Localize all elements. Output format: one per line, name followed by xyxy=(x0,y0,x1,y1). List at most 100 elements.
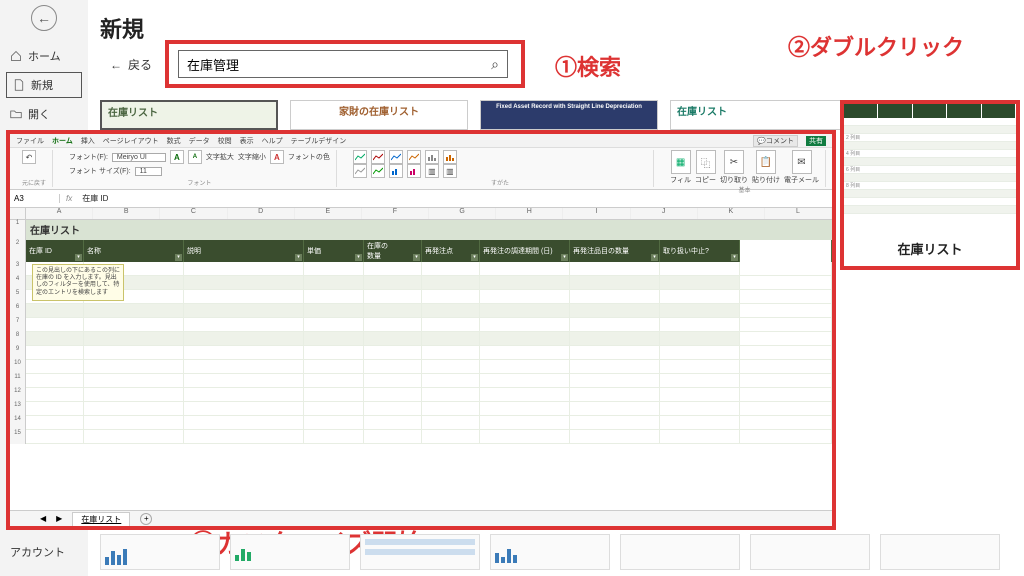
style-3[interactable] xyxy=(389,150,403,164)
tab-review[interactable]: 校閲 xyxy=(218,136,232,146)
style-2[interactable] xyxy=(371,150,385,164)
font-size-select[interactable]: 11 xyxy=(135,167,162,176)
font-shrink-button[interactable]: A xyxy=(188,150,202,164)
tab-file[interactable]: ファイル xyxy=(16,136,44,146)
fill-button[interactable]: ▦ xyxy=(671,150,691,174)
hdr-id[interactable]: 在庫 ID▾ xyxy=(26,240,84,262)
hdr-discontinued[interactable]: 取り扱い中止?▾ xyxy=(660,240,740,262)
table-row[interactable]: 7 xyxy=(10,318,832,332)
style-9[interactable] xyxy=(389,164,403,178)
bottom-thumb-3[interactable] xyxy=(490,534,610,570)
sheet-title-cell[interactable]: 在庫リスト xyxy=(26,220,832,240)
name-box[interactable]: A3 xyxy=(10,194,60,203)
spreadsheet[interactable]: A B C D E F G H I J K L 1 在庫リスト 2 在庫 ID▾… xyxy=(10,208,832,508)
bottom-thumb-4[interactable] xyxy=(620,534,740,570)
sheet-tab-active[interactable]: 在庫リスト xyxy=(72,512,130,526)
selected-template[interactable]: 1 列目2 列目3 列目 4 列目5 列目6 列目 7 列目8 列目 在庫リスト xyxy=(840,100,1020,270)
table-row[interactable]: 11 xyxy=(10,374,832,388)
nav-home[interactable]: ホーム xyxy=(0,42,88,70)
hdr-leadtime[interactable]: 再発注の調達期間 (日)▾ xyxy=(480,240,570,262)
hdr-unit[interactable]: 単価▾ xyxy=(304,240,364,262)
tab-home[interactable]: ホーム xyxy=(52,136,73,146)
style-12[interactable]: ▥ xyxy=(443,164,457,178)
col-L[interactable]: L xyxy=(765,208,832,219)
group-font-label: フォント xyxy=(69,178,330,187)
formula-value[interactable]: 在庫 ID xyxy=(78,193,112,204)
template-thumb-2[interactable]: Fixed Asset Record with Straight Line De… xyxy=(480,100,658,130)
col-D[interactable]: D xyxy=(228,208,295,219)
style-6[interactable] xyxy=(443,150,457,164)
col-I[interactable]: I xyxy=(563,208,630,219)
template-thumb-0[interactable]: 在庫リスト xyxy=(100,100,278,130)
nav-open[interactable]: 開く xyxy=(0,100,88,128)
col-B[interactable]: B xyxy=(93,208,160,219)
sheet-nav-next[interactable]: ▶ xyxy=(56,514,62,523)
hdr-desc[interactable]: 説明▾ xyxy=(184,240,304,262)
sheet-nav-prev[interactable]: ◀ xyxy=(40,514,46,523)
col-K[interactable]: K xyxy=(698,208,765,219)
style-10[interactable] xyxy=(407,164,421,178)
email-button[interactable]: ✉ xyxy=(792,150,812,174)
bottom-thumb-5[interactable] xyxy=(750,534,870,570)
back-link[interactable]: ← 戻る xyxy=(110,56,152,73)
arrow-left-icon: ← xyxy=(110,58,122,72)
bottom-thumb-0[interactable] xyxy=(100,534,220,570)
tab-help[interactable]: ヘルプ xyxy=(262,136,283,146)
table-row[interactable]: 8 xyxy=(10,332,832,346)
tab-formulas[interactable]: 数式 xyxy=(167,136,181,146)
search-icon[interactable]: ⌕ xyxy=(491,56,499,73)
hdr-qty[interactable]: 在庫の 数量▾ xyxy=(364,240,422,262)
hdr-reorderqty[interactable]: 再発注品目の数量▾ xyxy=(570,240,660,262)
nav-new[interactable]: 新規 xyxy=(6,72,82,98)
style-5[interactable] xyxy=(425,150,439,164)
bottom-thumb-6[interactable] xyxy=(880,534,1000,570)
back-button[interactable]: ← xyxy=(31,5,57,31)
table-row[interactable]: 6 xyxy=(10,304,832,318)
tab-insert[interactable]: 挿入 xyxy=(81,136,95,146)
bottom-thumb-2[interactable] xyxy=(360,534,480,570)
table-row[interactable]: 13 xyxy=(10,402,832,416)
col-H[interactable]: H xyxy=(496,208,563,219)
add-sheet-button[interactable]: + xyxy=(140,513,152,525)
font-color-button[interactable]: A xyxy=(270,150,284,164)
table-row[interactable]: 3 xyxy=(10,262,832,276)
style-8[interactable] xyxy=(371,164,385,178)
nav-account[interactable]: アカウント xyxy=(0,538,88,566)
tab-tabledesign[interactable]: テーブルデザイン xyxy=(291,136,347,146)
style-11[interactable]: ▥ xyxy=(425,164,439,178)
copy-button[interactable]: ⿻ xyxy=(696,150,716,174)
table-row[interactable]: 5 xyxy=(10,290,832,304)
undo-button[interactable]: ↶ xyxy=(22,150,36,164)
table-row[interactable]: 10 xyxy=(10,360,832,374)
tab-view[interactable]: 表示 xyxy=(240,136,254,146)
table-row[interactable]: 9 xyxy=(10,346,832,360)
bottom-thumb-1[interactable] xyxy=(230,534,350,570)
font-enlarge-button[interactable]: A xyxy=(170,150,184,164)
style-1[interactable] xyxy=(353,150,367,164)
template-thumb-1[interactable]: 家財の在庫リスト xyxy=(290,100,468,130)
search-input[interactable] xyxy=(187,57,491,72)
table-row[interactable]: 15 xyxy=(10,430,832,444)
table-row[interactable]: 12 xyxy=(10,388,832,402)
table-row[interactable]: 14 xyxy=(10,416,832,430)
template-search[interactable]: ⌕ xyxy=(178,50,508,78)
tab-pagelayout[interactable]: ページレイアウト xyxy=(103,136,159,146)
cut-button[interactable]: ✂ xyxy=(724,150,744,174)
template-thumb-3[interactable]: 在庫リスト xyxy=(670,100,848,130)
comments-button[interactable]: 💬コメント xyxy=(753,135,798,147)
col-F[interactable]: F xyxy=(362,208,429,219)
col-A[interactable]: A xyxy=(26,208,93,219)
font-select[interactable]: Meiryo UI xyxy=(112,153,166,162)
share-button[interactable]: 共有 xyxy=(806,136,826,146)
hdr-reorder[interactable]: 再発注点▾ xyxy=(422,240,480,262)
table-row[interactable]: 4 xyxy=(10,276,832,290)
col-E[interactable]: E xyxy=(295,208,362,219)
tab-data[interactable]: データ xyxy=(189,136,210,146)
col-C[interactable]: C xyxy=(160,208,227,219)
style-7[interactable] xyxy=(353,164,367,178)
style-4[interactable] xyxy=(407,150,421,164)
paste-button[interactable]: 📋 xyxy=(756,150,776,174)
col-J[interactable]: J xyxy=(631,208,698,219)
hdr-name[interactable]: 名称▾ xyxy=(84,240,184,262)
col-G[interactable]: G xyxy=(429,208,496,219)
